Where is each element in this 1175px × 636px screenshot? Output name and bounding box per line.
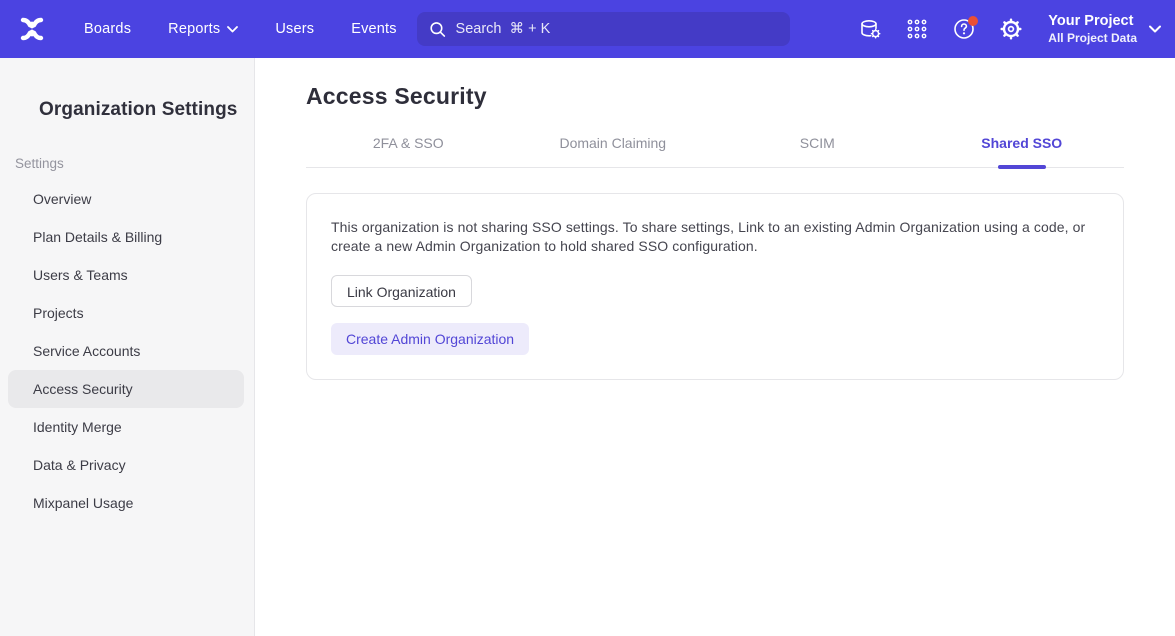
- primary-nav: Boards Reports Users Events: [84, 21, 397, 37]
- chevron-down-icon: [1149, 25, 1161, 33]
- nav-events[interactable]: Events: [351, 21, 397, 37]
- tab-scim[interactable]: SCIM: [715, 135, 920, 167]
- sidebar-item-data-privacy[interactable]: Data & Privacy: [8, 446, 244, 484]
- mixpanel-logo-icon: [16, 13, 48, 45]
- apps-grid-icon[interactable]: [901, 13, 933, 45]
- tab-shared-sso-label: Shared SSO: [981, 135, 1062, 151]
- sidebar-item-overview[interactable]: Overview: [8, 180, 244, 218]
- project-switcher-text: Your Project All Project Data: [1048, 12, 1137, 45]
- settings-gear-icon[interactable]: [995, 13, 1027, 45]
- shared-sso-card: This organization is not sharing SSO set…: [306, 193, 1124, 380]
- navbar-right-cluster: Your Project All Project Data: [854, 0, 1175, 58]
- create-admin-organization-button[interactable]: Create Admin Organization: [331, 323, 529, 355]
- tab-2fa-sso-label: 2FA & SSO: [373, 135, 444, 151]
- tab-domain-claiming-label: Domain Claiming: [559, 135, 666, 151]
- shared-sso-description: This organization is not sharing SSO set…: [331, 218, 1087, 256]
- data-management-icon[interactable]: [854, 13, 886, 45]
- sidebar-section-label: Settings: [15, 156, 254, 171]
- project-switcher[interactable]: Your Project All Project Data: [1048, 12, 1161, 45]
- nav-boards-label: Boards: [84, 21, 131, 37]
- nav-users[interactable]: Users: [275, 21, 314, 37]
- tab-2fa-sso[interactable]: 2FA & SSO: [306, 135, 511, 167]
- help-icon[interactable]: [948, 13, 980, 45]
- nav-events-label: Events: [351, 21, 397, 37]
- tab-bar: 2FA & SSO Domain Claiming SCIM Shared SS…: [306, 135, 1124, 168]
- nav-users-label: Users: [275, 21, 314, 37]
- link-organization-button[interactable]: Link Organization: [331, 275, 472, 307]
- active-tab-indicator: [998, 165, 1046, 169]
- page-title: Access Security: [306, 83, 1175, 110]
- mixpanel-logo[interactable]: [0, 13, 66, 45]
- top-navbar: Boards Reports Users Events: [0, 0, 1175, 58]
- nav-reports[interactable]: Reports: [168, 21, 238, 37]
- notification-badge: [968, 16, 978, 26]
- tab-domain-claiming[interactable]: Domain Claiming: [511, 135, 716, 167]
- tab-scim-label: SCIM: [800, 135, 835, 151]
- nav-reports-label: Reports: [168, 21, 220, 37]
- project-data-scope: All Project Data: [1048, 31, 1137, 46]
- chevron-down-icon: [227, 26, 238, 33]
- main-content: Access Security 2FA & SSO Domain Claimin…: [255, 58, 1175, 636]
- sidebar-list: Overview Plan Details & Billing Users & …: [0, 180, 254, 522]
- nav-boards[interactable]: Boards: [84, 21, 131, 37]
- settings-sidebar: Organization Settings Settings Overview …: [0, 58, 255, 636]
- tab-shared-sso[interactable]: Shared SSO: [920, 135, 1125, 167]
- sidebar-item-plan-details-billing[interactable]: Plan Details & Billing: [8, 218, 244, 256]
- search-icon: [429, 20, 447, 39]
- sidebar-item-projects[interactable]: Projects: [8, 294, 244, 332]
- global-search[interactable]: [417, 12, 790, 46]
- sidebar-item-mixpanel-usage[interactable]: Mixpanel Usage: [8, 484, 244, 522]
- sidebar-item-service-accounts[interactable]: Service Accounts: [8, 332, 244, 370]
- sidebar-item-access-security[interactable]: Access Security: [8, 370, 244, 408]
- sidebar-title: Organization Settings: [39, 99, 254, 121]
- project-name: Your Project: [1048, 12, 1137, 30]
- sidebar-item-users-teams[interactable]: Users & Teams: [8, 256, 244, 294]
- search-input[interactable]: [456, 21, 778, 37]
- sidebar-item-identity-merge[interactable]: Identity Merge: [8, 408, 244, 446]
